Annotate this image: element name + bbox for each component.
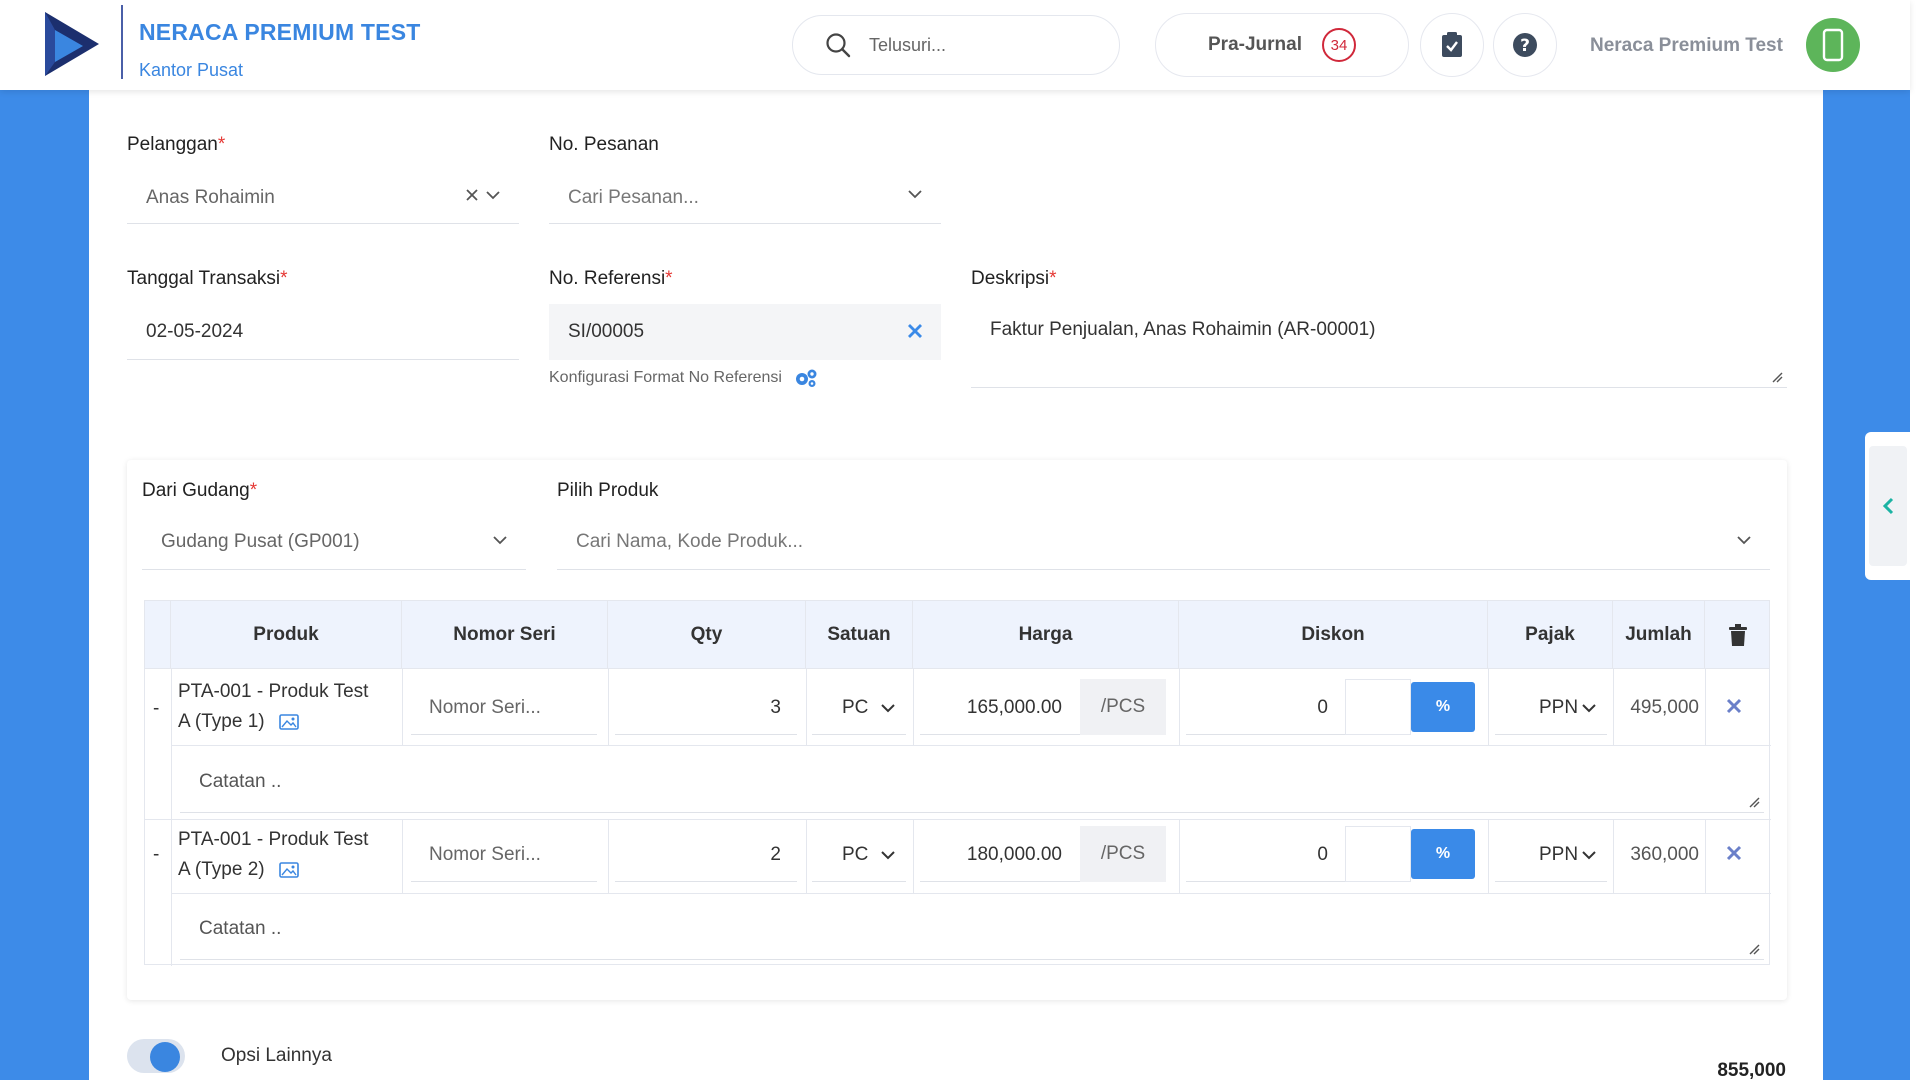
col-qty: Qty — [608, 601, 806, 669]
help-button[interactable]: ? — [1493, 13, 1557, 77]
jumlah-value: 360,000 — [1630, 844, 1699, 865]
pra-jurnal-button[interactable]: Pra-Jurnal 34 — [1155, 13, 1409, 77]
serial-number-input[interactable]: Nomor Seri... — [411, 828, 597, 882]
trash-icon — [1729, 624, 1747, 646]
resize-handle-icon[interactable] — [1748, 943, 1760, 955]
mobile-phone-icon — [1822, 28, 1844, 62]
delete-row-button[interactable] — [1725, 844, 1743, 862]
chevron-left-icon — [1882, 497, 1893, 515]
clear-icon[interactable] — [465, 188, 479, 202]
pelanggan-select[interactable]: Anas Rohaimin — [127, 172, 519, 224]
col-harga: Harga — [913, 601, 1179, 669]
no-referensi-label: No. Referensi* — [549, 268, 673, 289]
chevron-down-icon[interactable] — [1736, 534, 1752, 546]
search-input[interactable] — [869, 34, 1089, 56]
company-branch: Kantor Pusat — [139, 60, 244, 80]
pelanggan-label: Pelanggan* — [127, 134, 226, 155]
satuan-select[interactable]: PC — [812, 681, 906, 735]
gears-icon — [795, 369, 817, 387]
col-jumlah: Jumlah — [1613, 601, 1705, 669]
chevron-down-icon[interactable] — [907, 188, 923, 200]
no-pesanan-label: No. Pesanan — [549, 134, 659, 155]
row-collapse-toggle[interactable]: - — [153, 827, 159, 883]
diskon-amount-box[interactable] — [1345, 679, 1411, 735]
toggle-knob — [150, 1042, 180, 1072]
serial-number-input[interactable]: Nomor Seri... — [411, 681, 597, 735]
col-satuan: Satuan — [806, 601, 913, 669]
harga-input[interactable]: 165,000.00 — [920, 681, 1080, 735]
deskripsi-textarea[interactable]: Faktur Penjualan, Anas Rohaimin (AR-0000… — [971, 304, 1787, 388]
app-logo[interactable] — [45, 12, 99, 76]
product-table: Produk Nomor Seri Qty Satuan Harga Disko… — [144, 600, 1771, 966]
global-search[interactable] — [792, 15, 1120, 75]
diskon-type-button[interactable]: % — [1411, 682, 1475, 732]
clipboard-check-icon — [1442, 32, 1462, 57]
deskripsi-label: Deskripsi* — [971, 268, 1057, 289]
search-icon — [826, 33, 851, 58]
tanggal-transaksi-label: Tanggal Transaksi* — [127, 268, 288, 289]
opsi-lainnya-label: Opsi Lainnya — [221, 1045, 332, 1066]
page-scrollbar[interactable] — [1910, 0, 1920, 1080]
product-name: PTA-001 - Produk Test A (Type 2) — [178, 829, 369, 880]
pilih-produk-select[interactable]: Cari Nama, Kode Produk... — [557, 514, 1770, 570]
chevron-down-icon — [1582, 703, 1596, 712]
qty-input[interactable]: 3 — [615, 681, 797, 735]
side-panel-toggle[interactable] — [1865, 432, 1910, 580]
delete-all-button[interactable] — [1705, 601, 1771, 669]
tanggal-transaksi-input[interactable]: 02-05-2024 — [127, 304, 519, 360]
chevron-down-icon — [881, 703, 895, 712]
pra-jurnal-label: Pra-Jurnal — [1208, 34, 1302, 55]
question-circle-icon: ? — [1513, 33, 1537, 57]
unit-suffix: /PCS — [1080, 679, 1166, 735]
table-header: Produk Nomor Seri Qty Satuan Harga Disko… — [145, 601, 1769, 669]
delete-row-button[interactable] — [1725, 697, 1743, 715]
col-nomor-seri: Nomor Seri — [402, 601, 608, 669]
chevron-down-icon — [881, 850, 895, 859]
product-name: PTA-001 - Produk Test A (Type 1) — [178, 681, 369, 732]
konfigurasi-format-link[interactable]: Konfigurasi Format No Referensi — [549, 368, 818, 388]
pilih-produk-label: Pilih Produk — [557, 480, 659, 501]
catatan-textarea[interactable]: Catatan .. — [180, 898, 1764, 960]
satuan-select[interactable]: PC — [812, 828, 906, 882]
user-name[interactable]: Neraca Premium Test — [1590, 35, 1783, 57]
task-button[interactable] — [1420, 13, 1484, 77]
top-header: NERACA PREMIUM TEST Kantor Pusat Pra-Jur… — [0, 0, 1910, 90]
chevron-down-icon — [1582, 850, 1596, 859]
no-referensi-input[interactable]: SI/00005 — [549, 304, 941, 360]
row-collapse-toggle[interactable]: - — [153, 681, 159, 737]
col-diskon: Diskon — [1179, 601, 1488, 669]
diskon-type-button[interactable]: % — [1411, 829, 1475, 879]
unit-suffix: /PCS — [1080, 826, 1166, 882]
pajak-select[interactable]: PPN — [1495, 828, 1607, 882]
avatar[interactable] — [1806, 18, 1860, 72]
diskon-amount-box[interactable] — [1345, 826, 1411, 882]
image-icon[interactable] — [278, 862, 299, 878]
diskon-input[interactable]: 0 — [1186, 828, 1346, 882]
col-pajak: Pajak — [1488, 601, 1613, 669]
clear-icon[interactable] — [907, 323, 923, 339]
resize-handle-icon[interactable] — [1748, 796, 1760, 808]
diskon-input[interactable]: 0 — [1186, 681, 1346, 735]
svg-text:?: ? — [1520, 36, 1530, 56]
chevron-down-icon[interactable] — [492, 534, 508, 546]
harga-input[interactable]: 180,000.00 — [920, 828, 1080, 882]
pra-jurnal-count-badge: 34 — [1321, 28, 1356, 62]
qty-input[interactable]: 2 — [615, 828, 797, 882]
image-icon[interactable] — [278, 714, 299, 730]
gudang-select[interactable]: Gudang Pusat (GP001) — [142, 514, 526, 570]
chevron-down-icon[interactable] — [485, 189, 501, 201]
company-name: NERACA PREMIUM TEST — [139, 19, 421, 45]
dari-gudang-label: Dari Gudang* — [142, 480, 258, 501]
close-icon — [1726, 845, 1742, 861]
col-produk: Produk — [171, 601, 402, 669]
jumlah-value: 495,000 — [1630, 697, 1699, 718]
catatan-textarea[interactable]: Catatan .. — [180, 751, 1764, 813]
close-icon — [1726, 698, 1742, 714]
opsi-lainnya-toggle[interactable] — [127, 1039, 185, 1073]
no-pesanan-select[interactable]: Cari Pesanan... — [549, 172, 941, 224]
grand-total: 855,000 — [1717, 1060, 1786, 1080]
pajak-select[interactable]: PPN — [1495, 681, 1607, 735]
brand-divider — [121, 5, 123, 79]
resize-handle-icon[interactable] — [1771, 371, 1783, 383]
